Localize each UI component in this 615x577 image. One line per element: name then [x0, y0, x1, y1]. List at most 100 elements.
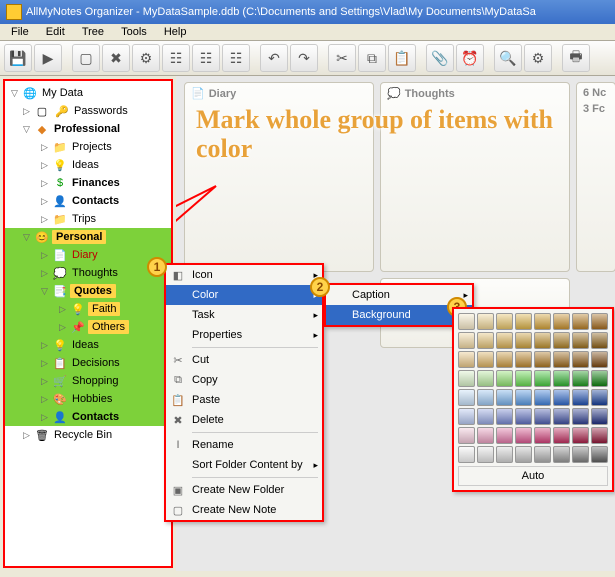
tree-professional[interactable]: ▽◆Professional [5, 120, 171, 138]
tree-contacts-prof[interactable]: ▷👤Contacts [5, 192, 171, 210]
attach-button[interactable]: 📎 [426, 44, 454, 72]
color-swatch[interactable] [515, 332, 532, 349]
tree-panel[interactable]: ▽🌐My Data ▷▢🔑Passwords ▽◆Professional ▷📁… [3, 79, 173, 568]
ctx-cut[interactable]: ✂Cut [166, 350, 322, 370]
color-swatch[interactable] [572, 427, 589, 444]
tree-ideas-prof[interactable]: ▷💡Ideas [5, 156, 171, 174]
color-swatch[interactable] [534, 370, 551, 387]
ctx-task[interactable]: Task [166, 305, 322, 325]
print-button[interactable]: 🖶 [562, 44, 590, 72]
color-swatch[interactable] [591, 332, 608, 349]
color-palette[interactable]: Auto [452, 307, 614, 492]
color-swatch[interactable] [553, 351, 570, 368]
color-swatch[interactable] [496, 351, 513, 368]
color-swatch[interactable] [534, 408, 551, 425]
color-swatch[interactable] [458, 370, 475, 387]
delete-button[interactable]: ✖ [102, 44, 130, 72]
ctx-copy[interactable]: ⧉Copy [166, 370, 322, 390]
color-swatch[interactable] [477, 427, 494, 444]
color-swatch[interactable] [515, 389, 532, 406]
color-swatch[interactable] [572, 313, 589, 330]
color-swatch[interactable] [477, 446, 494, 463]
color-swatch[interactable] [534, 313, 551, 330]
color-swatch[interactable] [553, 408, 570, 425]
color-swatch[interactable] [458, 351, 475, 368]
menu-edit[interactable]: Edit [39, 24, 72, 40]
color-swatch[interactable] [496, 370, 513, 387]
color-swatch[interactable] [572, 351, 589, 368]
ctx-new-note[interactable]: ▢Create New Note [166, 500, 322, 520]
color-swatch[interactable] [534, 351, 551, 368]
ctx-color[interactable]: Color [166, 285, 322, 305]
undo-button[interactable]: ↶ [260, 44, 288, 72]
color-swatch[interactable] [515, 427, 532, 444]
tree-finances[interactable]: ▷$Finances [5, 174, 171, 192]
menu-tools[interactable]: Tools [114, 24, 154, 40]
color-swatch[interactable] [591, 427, 608, 444]
color-swatch[interactable] [515, 446, 532, 463]
color-swatch[interactable] [477, 408, 494, 425]
tree3-button[interactable]: ☷ [222, 44, 250, 72]
ctx-icon[interactable]: ◧Icon [166, 265, 322, 285]
color-swatch[interactable] [591, 313, 608, 330]
color-swatch[interactable] [496, 313, 513, 330]
color-swatch[interactable] [591, 370, 608, 387]
color-swatch[interactable] [572, 370, 589, 387]
color-swatch[interactable] [458, 389, 475, 406]
color-swatch[interactable] [591, 408, 608, 425]
tree-diary[interactable]: ▷📄Diary [5, 246, 171, 264]
color-swatch[interactable] [553, 313, 570, 330]
play-button[interactable]: ▶ [34, 44, 62, 72]
color-swatch[interactable] [534, 446, 551, 463]
color-swatch[interactable] [477, 313, 494, 330]
ctx-properties[interactable]: Properties [166, 325, 322, 345]
color-swatch[interactable] [553, 427, 570, 444]
color-swatch[interactable] [553, 389, 570, 406]
color-swatch[interactable] [572, 332, 589, 349]
tree-decisions[interactable]: ▷📋Decisions [5, 354, 171, 372]
tree-others[interactable]: ▷📌Others [5, 318, 171, 336]
menu-help[interactable]: Help [157, 24, 194, 40]
tree-shopping[interactable]: ▷🛒Shopping [5, 372, 171, 390]
tree-recycle[interactable]: ▷🗑Recycle Bin [5, 426, 171, 444]
menu-file[interactable]: File [4, 24, 36, 40]
remind-button[interactable]: ⏰ [456, 44, 484, 72]
menubar[interactable]: File Edit Tree Tools Help [0, 24, 615, 41]
tree-hobbies[interactable]: ▷🎨Hobbies [5, 390, 171, 408]
color-swatch[interactable] [458, 313, 475, 330]
color-swatch[interactable] [477, 332, 494, 349]
search-button[interactable]: 🔍 [494, 44, 522, 72]
color-swatch[interactable] [591, 446, 608, 463]
palette-auto[interactable]: Auto [458, 466, 608, 486]
color-swatch[interactable] [496, 446, 513, 463]
tree2-button[interactable]: ☷ [192, 44, 220, 72]
color-swatch[interactable] [458, 408, 475, 425]
color-swatch[interactable] [496, 332, 513, 349]
color-swatch[interactable] [572, 408, 589, 425]
save-button[interactable]: 💾 [4, 44, 32, 72]
color-swatch[interactable] [515, 370, 532, 387]
tree-root[interactable]: ▽🌐My Data [5, 84, 171, 102]
color-swatch[interactable] [477, 389, 494, 406]
copy-button[interactable]: ⧉ [358, 44, 386, 72]
redo-button[interactable]: ↷ [290, 44, 318, 72]
tree-personal[interactable]: ▽😊Personal [5, 228, 171, 246]
color-swatch[interactable] [496, 389, 513, 406]
new-button[interactable]: ▢ [72, 44, 100, 72]
tree-trips[interactable]: ▷📁Trips [5, 210, 171, 228]
color-swatch[interactable] [458, 332, 475, 349]
color-swatch[interactable] [496, 427, 513, 444]
color-swatch[interactable] [572, 446, 589, 463]
color-swatch[interactable] [496, 408, 513, 425]
props-button[interactable]: ⚙ [132, 44, 160, 72]
paste-button[interactable]: 📋 [388, 44, 416, 72]
color-swatch[interactable] [515, 351, 532, 368]
color-swatch[interactable] [553, 332, 570, 349]
color-swatch[interactable] [458, 427, 475, 444]
ctx-paste[interactable]: 📋Paste [166, 390, 322, 410]
ctx-rename[interactable]: IRename [166, 435, 322, 455]
ctx-new-folder[interactable]: ▣Create New Folder [166, 480, 322, 500]
color-swatch[interactable] [515, 408, 532, 425]
cut-button[interactable]: ✂ [328, 44, 356, 72]
color-swatch[interactable] [477, 351, 494, 368]
